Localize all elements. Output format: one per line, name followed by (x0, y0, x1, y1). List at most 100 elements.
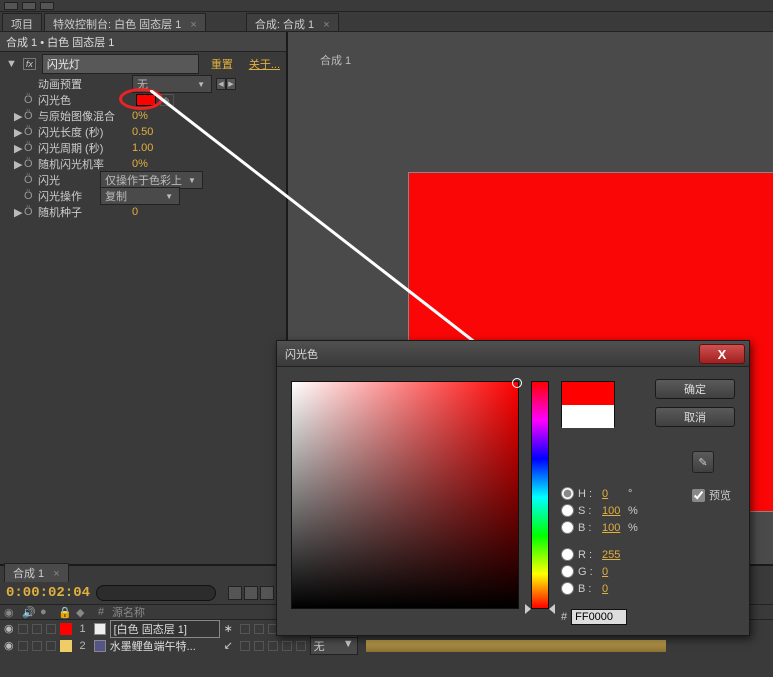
s-value[interactable]: 100 (602, 505, 624, 517)
tab-close-icon[interactable]: × (323, 19, 329, 31)
stopwatch-icon[interactable]: Ö (24, 126, 38, 138)
switch[interactable] (240, 624, 250, 634)
strobe-color-swatch[interactable] (136, 94, 156, 106)
layer-name[interactable]: 水墨鲤鱼端午特... (110, 638, 220, 654)
effect-name[interactable]: 闪光灯 (42, 54, 199, 74)
bb-value[interactable]: 0 (602, 583, 624, 595)
bb-radio[interactable] (561, 582, 574, 595)
bv-radio[interactable] (561, 521, 574, 534)
switch[interactable] (268, 641, 278, 651)
disclosure-triangle-icon[interactable]: ▶ (14, 158, 24, 171)
disclosure-triangle-icon[interactable]: ▼ (6, 58, 17, 70)
prop-value[interactable]: 0 (132, 206, 138, 218)
tab-project[interactable]: 项目 (2, 13, 42, 31)
eye-toggle-icon[interactable]: ◉ (4, 622, 14, 635)
timeline-layer-row[interactable]: ◉ 2 水墨鲤鱼端午特... ↙ 无▼ (0, 637, 773, 654)
tool-slot[interactable] (40, 2, 54, 10)
fx-switch-icon[interactable]: ↙ (224, 639, 236, 652)
lock-toggle[interactable] (46, 641, 56, 651)
old-color-swatch[interactable] (562, 405, 614, 428)
tab-composition-viewer[interactable]: 合成: 合成 1 × (246, 13, 339, 31)
color-field-cursor-icon[interactable] (512, 378, 522, 388)
prop-value[interactable]: 0.50 (132, 126, 153, 138)
stopwatch-icon[interactable]: Ö (24, 142, 38, 154)
disclosure-triangle-icon[interactable]: ▶ (14, 142, 24, 155)
switch[interactable] (296, 641, 306, 651)
preview-checkbox-input[interactable] (692, 489, 705, 502)
effect-reset-link[interactable]: 重置 (211, 56, 233, 72)
disclosure-triangle-icon[interactable]: ▶ (14, 126, 24, 139)
solo-toggle[interactable] (32, 624, 42, 634)
stopwatch-icon[interactable]: Ö (24, 110, 38, 122)
audio-toggle[interactable] (18, 624, 28, 634)
dialog-title[interactable]: 闪光色 (277, 341, 749, 367)
h-value[interactable]: 0 (602, 488, 624, 500)
eyedropper-icon[interactable]: ✎ (160, 94, 174, 106)
switch[interactable] (254, 641, 264, 651)
blend-mode-dropdown[interactable]: 无▼ (310, 637, 358, 655)
effect-about-link[interactable]: 关于... (249, 56, 280, 72)
prop-value[interactable]: 0% (132, 110, 148, 122)
tl-icon[interactable] (228, 586, 242, 600)
tool-slot[interactable] (22, 2, 36, 10)
layer-name[interactable]: [白色 固态层 1] (110, 620, 220, 638)
eye-toggle-icon[interactable]: ◉ (4, 639, 14, 652)
switch[interactable] (282, 641, 292, 651)
anim-preset-dropdown[interactable]: 无 ▼ (132, 75, 212, 93)
stopwatch-icon[interactable]: Ö (24, 190, 38, 202)
cancel-button[interactable]: 取消 (655, 407, 735, 427)
stopwatch-icon[interactable]: Ö (24, 174, 38, 186)
preview-checkbox[interactable]: 预览 (692, 487, 731, 503)
next-preset-icon[interactable]: ▶ (226, 78, 236, 90)
fx-badge-icon[interactable]: fx (23, 58, 36, 70)
disclosure-triangle-icon[interactable]: ▶ (14, 110, 24, 123)
switch[interactable] (240, 641, 250, 651)
tl-icon[interactable] (244, 586, 258, 600)
hue-slider-thumb-icon[interactable] (526, 604, 554, 614)
tl-icon[interactable] (260, 586, 274, 600)
hue-slider[interactable] (531, 381, 549, 609)
prop-value[interactable]: 0% (132, 158, 148, 170)
lock-toggle[interactable] (46, 624, 56, 634)
tool-slot[interactable] (4, 2, 18, 10)
tab-close-icon[interactable]: × (190, 19, 196, 31)
prev-preset-icon[interactable]: ◀ (216, 78, 226, 90)
stopwatch-icon[interactable]: Ö (24, 206, 38, 218)
operator-dropdown[interactable]: 复制 ▼ (100, 187, 180, 205)
timeline-search-input[interactable] (96, 585, 216, 601)
layer-duration-bar[interactable] (366, 640, 666, 652)
g-radio[interactable] (561, 565, 574, 578)
bv-value[interactable]: 100 (602, 522, 624, 534)
solo-toggle[interactable] (32, 641, 42, 651)
switch[interactable] (254, 624, 264, 634)
stopwatch-icon[interactable]: Ö (24, 158, 38, 170)
fx-switch-icon[interactable]: ∗ (224, 622, 236, 635)
prop-label: 与原始图像混合 (38, 108, 132, 124)
s-radio[interactable] (561, 504, 574, 517)
ok-button[interactable]: 确定 (655, 379, 735, 399)
effect-header: ▼ fx 闪光灯 重置 关于... (0, 52, 286, 76)
tab-effect-controls[interactable]: 特效控制台: 白色 固态层 1 × (44, 13, 206, 31)
disclosure-triangle-icon[interactable]: ▶ (14, 206, 24, 219)
prop-value[interactable]: 1.00 (132, 142, 153, 154)
layer-bar-track[interactable] (366, 639, 769, 653)
timecode[interactable]: 0:00:02:04 (6, 585, 90, 601)
r-radio[interactable] (561, 548, 574, 561)
stopwatch-icon[interactable]: Ö (24, 94, 38, 106)
r-value[interactable]: 255 (602, 549, 624, 561)
layer-label-color[interactable] (60, 640, 72, 652)
lock-column-icon: 🔒 (58, 606, 72, 619)
tab-close-icon[interactable]: × (53, 568, 59, 580)
g-value[interactable]: 0 (602, 566, 624, 578)
eyedropper-button[interactable]: ✎ (692, 451, 714, 473)
audio-column-icon: 🔊 (22, 606, 36, 619)
color-field[interactable] (291, 381, 519, 609)
dialog-close-button[interactable]: X (699, 344, 745, 364)
hex-input[interactable] (571, 609, 627, 625)
layer-label-color[interactable] (60, 623, 72, 635)
h-radio[interactable] (561, 487, 574, 500)
timeline-tab[interactable]: 合成 1 × (4, 563, 69, 582)
audio-toggle[interactable] (18, 641, 28, 651)
g-value-row: G : 0 (561, 565, 735, 578)
bv-value-row: B : 100 % (561, 521, 735, 534)
